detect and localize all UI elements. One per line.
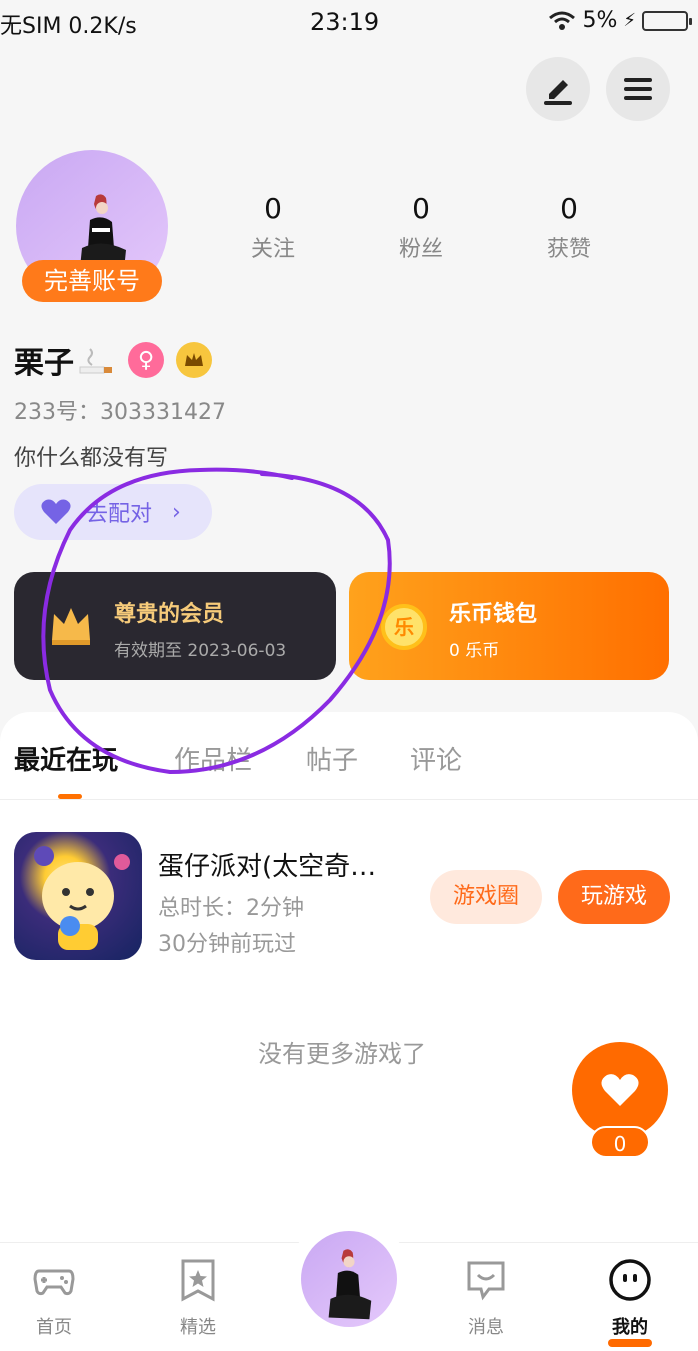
bottom-nav: 首页 精选 消息 我的	[0, 1217, 698, 1351]
gender-female-icon: ♀	[128, 342, 164, 378]
nav-mine[interactable]: 我的	[590, 1257, 670, 1347]
face-icon	[609, 1259, 651, 1301]
nav-avatar	[301, 1231, 397, 1327]
wifi-icon	[549, 11, 576, 30]
user-id: 233号：303331427	[14, 400, 226, 425]
content-panel: 最近在玩 作品栏 帖子 评论 蛋仔派对(太空奇… 总时长：2分钟 30分钟前玩过…	[0, 712, 698, 1242]
stat-label: 粉丝	[398, 237, 443, 262]
username: 栗子	[14, 346, 74, 381]
bio: 你什么都没有写	[14, 446, 169, 471]
vip-title: 尊贵的会员	[114, 602, 225, 627]
nav-label: 首页	[36, 1317, 72, 1338]
list-item[interactable]: 蛋仔派对(太空奇… 总时长：2分钟 30分钟前玩过 游戏圈 玩游戏	[14, 832, 684, 962]
wallet-balance: 0 乐币	[449, 641, 500, 661]
active-nav-indicator	[608, 1339, 652, 1347]
status-bar: 无SIM 0.2K/s 23:19 5% ⚡	[0, 0, 698, 44]
game-title: 蛋仔派对(太空奇…	[158, 852, 377, 882]
complete-account-button[interactable]: 完善账号	[22, 260, 162, 302]
tab-works[interactable]: 作品栏	[174, 740, 252, 777]
like-count: 0	[590, 1126, 650, 1158]
nav-avatar-button[interactable]	[287, 1217, 411, 1341]
coin-icon: 乐	[381, 604, 427, 650]
tab-bar: 最近在玩 作品栏 帖子 评论	[0, 712, 698, 800]
nav-label: 消息	[468, 1317, 504, 1338]
play-game-button[interactable]: 玩游戏	[558, 870, 670, 924]
gamepad-icon	[33, 1269, 75, 1296]
active-tab-indicator	[58, 794, 82, 799]
game-total-time: 总时长：2分钟	[158, 896, 304, 921]
game-icon[interactable]	[14, 832, 142, 960]
stat-number: 0	[560, 192, 578, 225]
menu-button[interactable]	[606, 57, 670, 121]
nav-label: 我的	[612, 1317, 648, 1338]
stat-fans[interactable]: 0 粉丝	[371, 192, 471, 263]
crown-icon	[52, 608, 90, 645]
like-button[interactable]	[572, 1042, 668, 1138]
nav-label: 精选	[180, 1317, 216, 1338]
edit-button[interactable]	[526, 57, 590, 121]
vip-card[interactable]: 尊贵的会员 有效期至 2023-06-03	[14, 572, 336, 680]
heart-pair-icon	[41, 499, 71, 524]
pair-label: 去配对	[86, 502, 153, 527]
heart-icon	[601, 1074, 639, 1106]
cigarette-emoji-icon	[79, 348, 112, 374]
eggy-character-icon	[34, 846, 130, 950]
pair-button[interactable]: 去配对 ›	[14, 484, 212, 540]
stat-label: 关注	[250, 237, 295, 262]
username-row: 栗子 ♀	[14, 338, 212, 382]
stat-number: 0	[264, 192, 282, 225]
wallet-title: 乐币钱包	[449, 602, 538, 627]
crown-badge-icon	[176, 342, 212, 378]
nav-home[interactable]: 首页	[14, 1257, 94, 1339]
tab-comments[interactable]: 评论	[410, 740, 462, 777]
message-icon	[467, 1261, 505, 1301]
battery-icon	[642, 10, 692, 31]
nav-messages[interactable]: 消息	[446, 1257, 526, 1339]
carrier-info: 无SIM 0.2K/s	[0, 14, 137, 39]
game-circle-button[interactable]: 游戏圈	[430, 870, 542, 924]
stat-following[interactable]: 0 关注	[223, 192, 323, 263]
star-bookmark-icon	[181, 1259, 215, 1302]
game-last-played: 30分钟前玩过	[158, 932, 296, 957]
wallet-card[interactable]: 乐 乐币钱包 0 乐币	[349, 572, 669, 680]
stat-label: 获赞	[546, 237, 591, 262]
tab-posts[interactable]: 帖子	[306, 740, 358, 777]
charging-icon: ⚡	[623, 10, 636, 31]
stat-number: 0	[412, 192, 430, 225]
vip-expiry: 有效期至 2023-06-03	[114, 641, 287, 661]
hamburger-menu-icon	[624, 78, 652, 100]
stat-likes[interactable]: 0 获赞	[519, 192, 619, 263]
edit-icon	[544, 80, 572, 105]
battery-percent: 5%	[582, 8, 618, 33]
clock: 23:19	[310, 8, 380, 36]
chevron-right-icon: ›	[172, 499, 181, 525]
nav-featured[interactable]: 精选	[158, 1257, 238, 1339]
avatar-figure-icon	[328, 1249, 372, 1320]
tab-recent-played[interactable]: 最近在玩	[14, 740, 118, 777]
